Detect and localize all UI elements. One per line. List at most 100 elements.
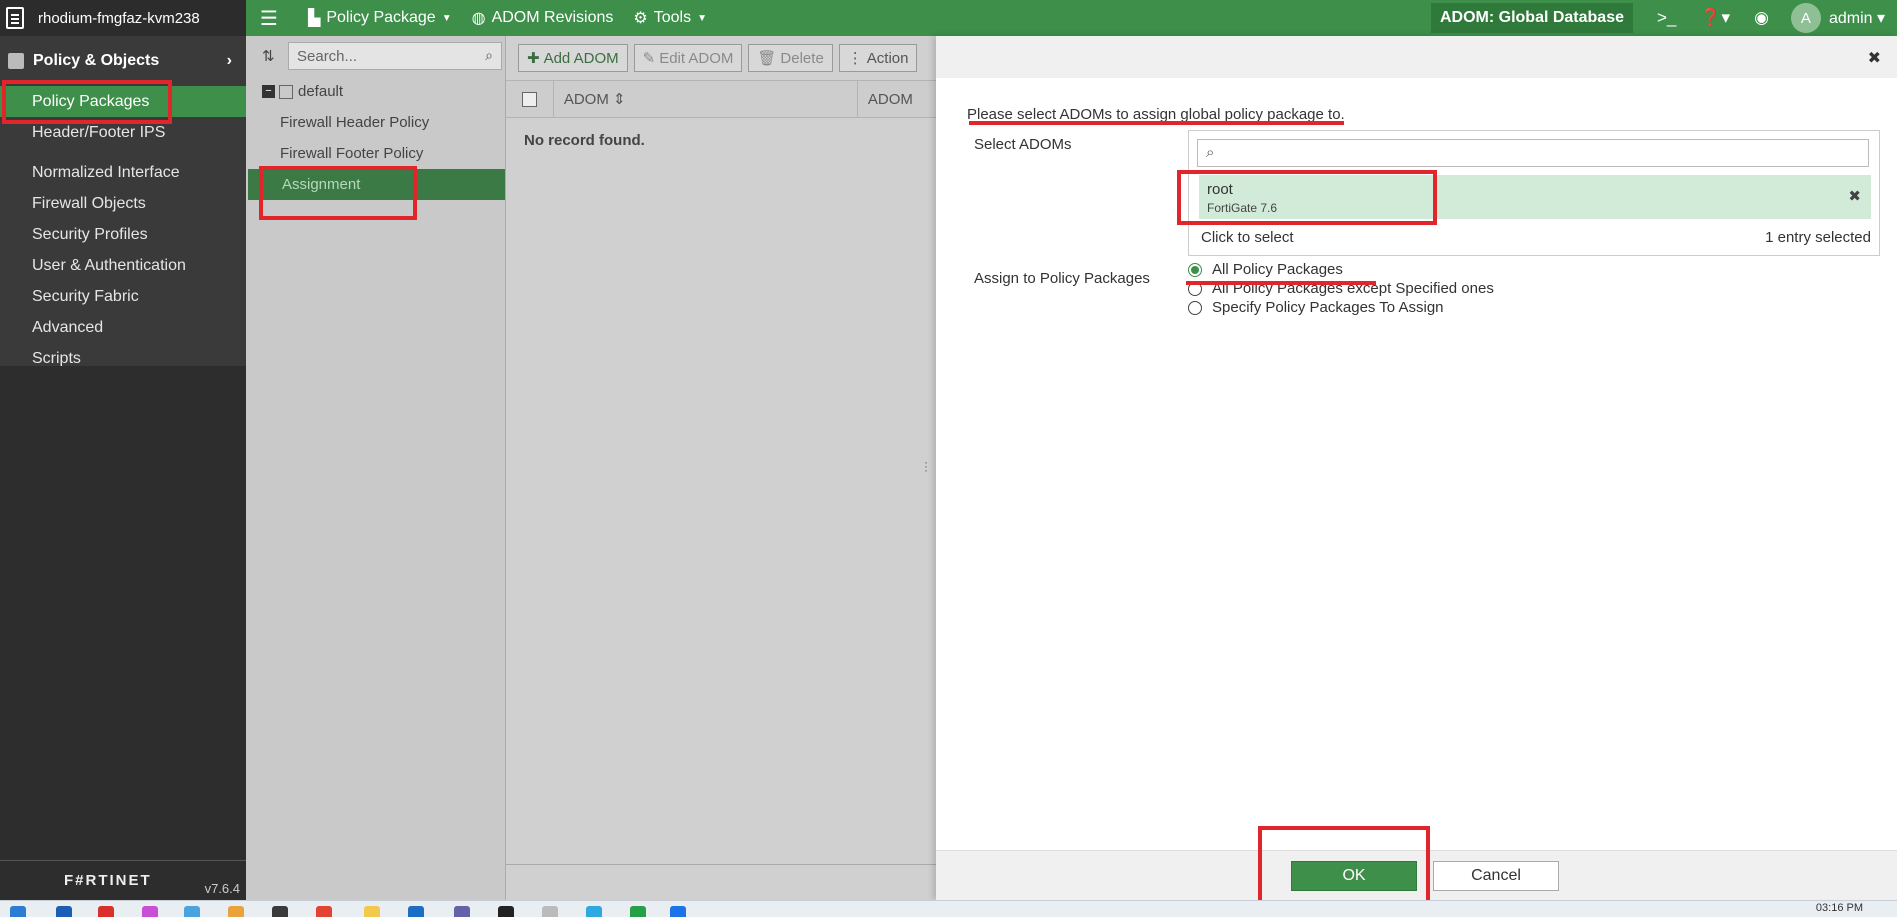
app-icon[interactable] (498, 906, 514, 917)
add-adom-button[interactable]: ✚ Add ADOM (518, 44, 628, 72)
app-icon[interactable] (454, 906, 470, 917)
remove-icon[interactable]: ✖ (1848, 187, 1861, 205)
hamburger-menu-icon[interactable]: ☰ (260, 6, 288, 31)
policy-objects-icon (8, 53, 24, 69)
chevron-down-icon: ▼ (441, 12, 452, 24)
windows-start-icon[interactable] (10, 906, 26, 917)
sidebar-footer: F#RTINET v7.6.4 (0, 860, 246, 900)
column-label: ADOM (563, 90, 609, 108)
help-icon[interactable]: ❓▾ (1700, 8, 1730, 28)
app-icon[interactable] (184, 906, 200, 917)
delete-label: Delete (780, 49, 824, 67)
top-bar: rhodium-fmgfaz-kvm238 ☰ ▙ Policy Package… (0, 0, 1897, 36)
radio-label: Specify Policy Packages To Assign (1212, 299, 1444, 316)
tree-node-firewall-footer-policy[interactable]: Firewall Footer Policy (246, 138, 505, 169)
tools-menu[interactable]: ⚙ Tools ▼ (633, 8, 707, 28)
tree-toolbar: ⇅ Search... ⌕ (246, 36, 505, 76)
folder-icon (279, 84, 293, 99)
search-placeholder: Search... (297, 47, 358, 65)
radio-specify-packages[interactable]: Specify Policy Packages To Assign (1188, 299, 1444, 316)
assign-policy-packages-label: Assign to Policy Packages (974, 270, 1150, 287)
cancel-button[interactable]: Cancel (1433, 861, 1559, 891)
tree-node-label: default (298, 83, 344, 100)
avatar[interactable]: A (1790, 3, 1821, 33)
action-label: Action (866, 49, 909, 67)
sidebar-item-normalized-interface[interactable]: Normalized Interface (0, 157, 246, 188)
tree-node-default[interactable]: − default (246, 76, 505, 107)
app-icon[interactable] (272, 906, 288, 917)
app-icon[interactable] (408, 906, 424, 917)
collapse-icon[interactable]: − (262, 85, 275, 98)
radio-icon (1188, 300, 1202, 315)
folder-icon[interactable] (228, 906, 244, 917)
fortinet-logo: F#RTINET (64, 872, 152, 889)
app-icon[interactable] (98, 906, 114, 917)
tools-label: Tools (653, 9, 692, 26)
policy-package-menu[interactable]: ▙ Policy Package ▼ (308, 8, 452, 28)
assignment-list-panel: ✚ Add ADOM ✎ Edit ADOM 🗑 Delete ⋮ Action ADO… (506, 36, 936, 900)
radio-selected-icon (1188, 262, 1202, 277)
resize-handle[interactable]: · · · (924, 456, 928, 476)
sidebar-item-security-fabric[interactable]: Security Fabric (0, 281, 246, 312)
annotation-underline-prompt (969, 121, 1344, 125)
tree-search-input[interactable]: Search... ⌕ (288, 42, 502, 70)
app-icon[interactable] (316, 906, 332, 917)
user-menu[interactable]: admin ▾ (1829, 8, 1885, 28)
tree-node-firewall-header-policy[interactable]: Firewall Header Policy (246, 107, 505, 138)
adom-badge[interactable]: ADOM: Global Database (1430, 3, 1633, 33)
clipboard-icon (6, 7, 24, 29)
edit-adom-button[interactable]: ✎ Edit ADOM (633, 44, 743, 72)
plus-icon: ✚ (527, 50, 540, 67)
sidebar-item-advanced[interactable]: Advanced (0, 312, 246, 343)
globe-icon: ◍ (471, 10, 486, 27)
close-icon[interactable]: ✖ (1868, 48, 1881, 68)
divider (506, 864, 936, 865)
chevron-down-icon: ▼ (697, 12, 707, 24)
assign-adom-dialog: ✖ Please select ADOMs to assign global p… (936, 36, 1897, 900)
action-button[interactable]: ⋮ Action (838, 44, 918, 72)
notification-icon[interactable]: ◉ (1754, 8, 1769, 28)
annotation-box-policy-packages (2, 80, 172, 124)
empty-message: No record found. (524, 132, 645, 149)
app-icon[interactable] (630, 906, 646, 917)
search-icon: ⌕ (485, 47, 493, 63)
app-icon[interactable] (142, 906, 158, 917)
sort-icon: ⇕ (613, 91, 626, 108)
package-icon: ▙ (308, 10, 321, 27)
radio-label: All Policy Packages (1212, 261, 1343, 278)
top-bar-right: ADOM: Global Database >_ ❓▾ ◉ A admin ▾ (1430, 0, 1897, 36)
radio-all-policy-packages[interactable]: All Policy Packages (1188, 261, 1343, 278)
policy-package-label: Policy Package (326, 9, 436, 26)
sidebar-item-user-authentication[interactable]: User & Authentication (0, 250, 246, 281)
adom-revisions-label: ADOM Revisions (491, 9, 614, 26)
sidebar-background (0, 366, 246, 900)
adom-revisions-menu[interactable]: ◍ ADOM Revisions (472, 8, 614, 28)
select-adoms-label: Select ADOMs (974, 136, 1072, 153)
column-adom-2[interactable]: ADOM (856, 80, 936, 118)
sidebar-item-firewall-objects[interactable]: Firewall Objects (0, 188, 246, 219)
column-adom[interactable]: ADOM ⇕ (552, 80, 857, 118)
sidebar-item-security-profiles[interactable]: Security Profiles (0, 219, 246, 250)
table-header: ADOM ⇕ ADOM (506, 80, 936, 118)
sort-icon[interactable]: ⇅ (262, 47, 278, 65)
left-sidebar: Policy & Objects › Policy Packages Heade… (0, 36, 246, 900)
annotation-box-assignment (259, 166, 417, 220)
os-taskbar: 03:16 PM (0, 900, 1897, 917)
app-icon[interactable] (586, 906, 602, 917)
policy-objects-section[interactable]: Policy & Objects › (0, 36, 246, 86)
app-icon[interactable] (542, 906, 558, 917)
select-all-checkbox[interactable] (522, 91, 537, 107)
app-icon[interactable] (364, 906, 380, 917)
app-icon[interactable] (670, 906, 686, 917)
more-icon: ⋮ (847, 50, 863, 67)
user-name: admin (1828, 10, 1873, 27)
edit-adom-label: Edit ADOM (659, 49, 734, 67)
add-adom-label: Add ADOM (543, 49, 619, 67)
trash-icon: 🗑 (757, 50, 777, 67)
edit-icon: ✎ (642, 50, 656, 67)
app-icon[interactable] (56, 906, 72, 917)
delete-button[interactable]: 🗑 Delete (748, 44, 833, 72)
adom-search-input[interactable]: ⌕ (1197, 139, 1869, 167)
click-to-select[interactable]: Click to select (1201, 229, 1294, 246)
cli-console-icon[interactable]: >_ (1657, 8, 1676, 28)
